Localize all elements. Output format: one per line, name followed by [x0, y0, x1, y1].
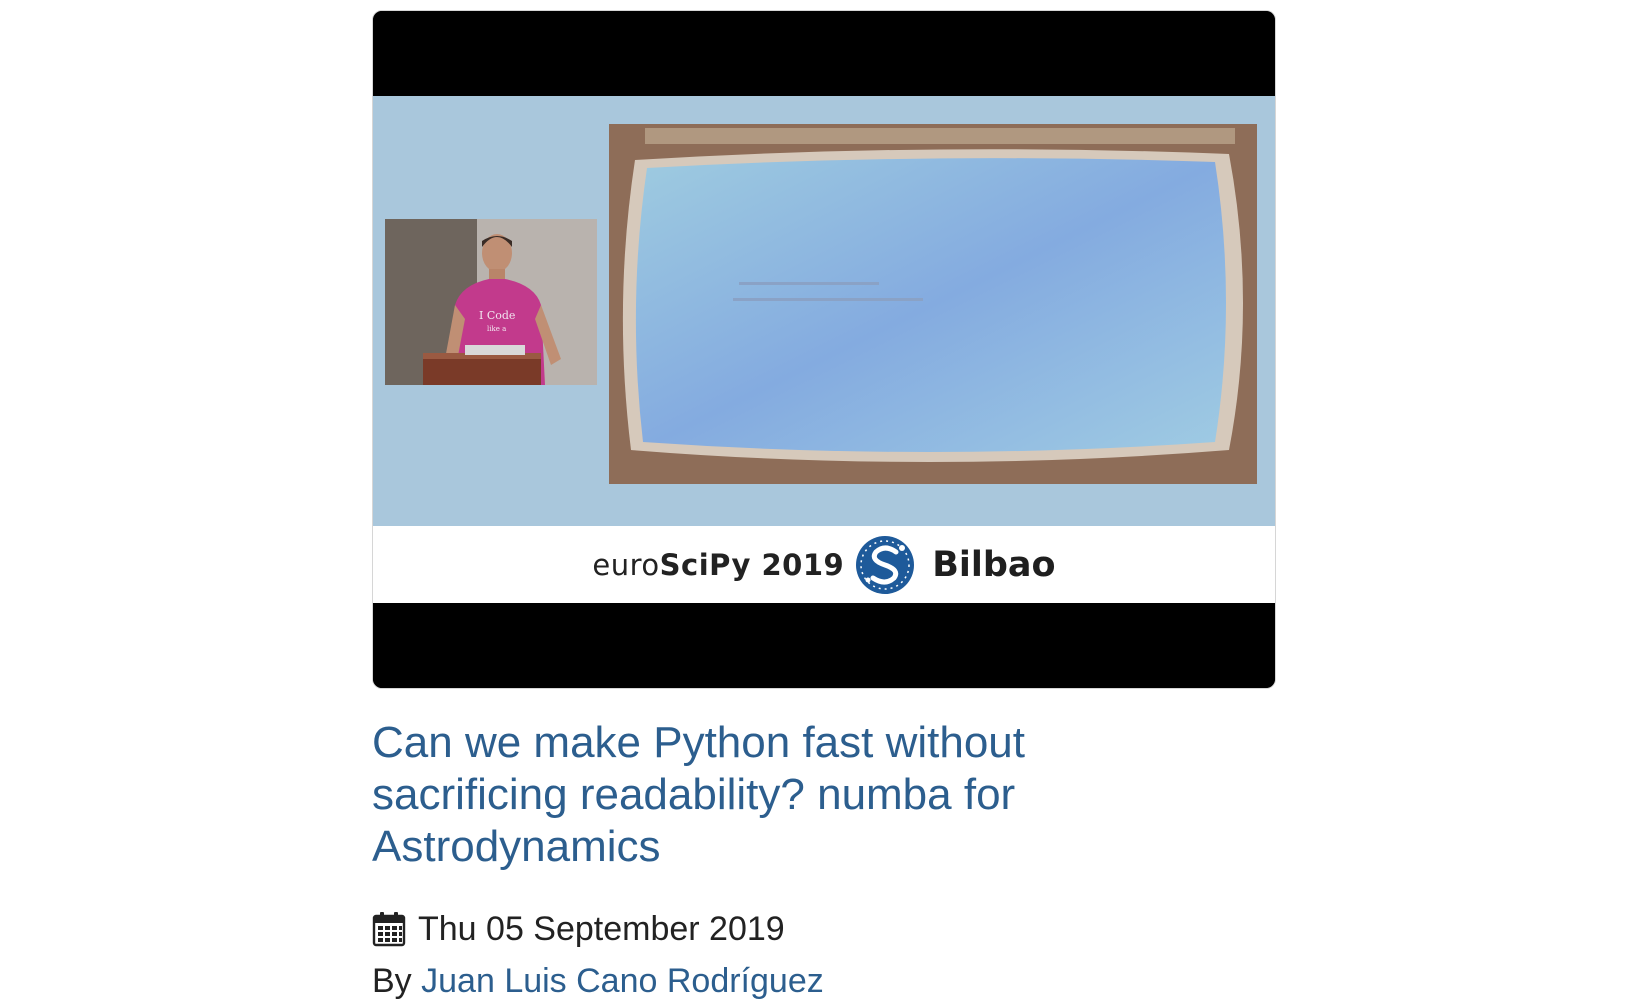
letterbox-bottom [373, 603, 1275, 688]
banner-brand: SciPy 2019 [659, 547, 845, 582]
shirt-text-2: like a [487, 325, 506, 333]
post-title-link[interactable]: Can we make Python fast without sacrific… [372, 717, 1152, 873]
banner-prefix: euro [592, 547, 660, 582]
letterbox-top [373, 11, 1275, 96]
video-frame: I Code like a euroSciPy 2019 Bilbao [373, 96, 1275, 603]
post-card: I Code like a euroSciPy 2019 Bilbao Can … [372, 10, 1276, 1003]
video-thumbnail[interactable]: I Code like a euroSciPy 2019 Bilbao [372, 10, 1276, 689]
byline-label: By [372, 962, 412, 1000]
banner-city: Bilbao [932, 544, 1056, 585]
scipy-logo [856, 535, 915, 594]
author-link[interactable]: Juan Luis Cano Rodríguez [421, 962, 824, 1000]
speaker-inset: I Code like a [385, 219, 597, 385]
post-byline: By Juan Luis Cano Rodríguez [372, 959, 1276, 1003]
speaker-image: I Code like a [385, 219, 597, 385]
projection-screen [609, 124, 1257, 484]
post-date: Thu 05 September 2019 [372, 907, 1276, 951]
shirt-text: I Code [479, 309, 515, 322]
banner-title: euroSciPy 2019 [592, 548, 844, 582]
conference-banner: euroSciPy 2019 Bilbao [373, 526, 1275, 603]
projection-image [609, 124, 1257, 484]
calendar-icon [372, 912, 406, 947]
post-date-text: Thu 05 September 2019 [418, 909, 785, 948]
